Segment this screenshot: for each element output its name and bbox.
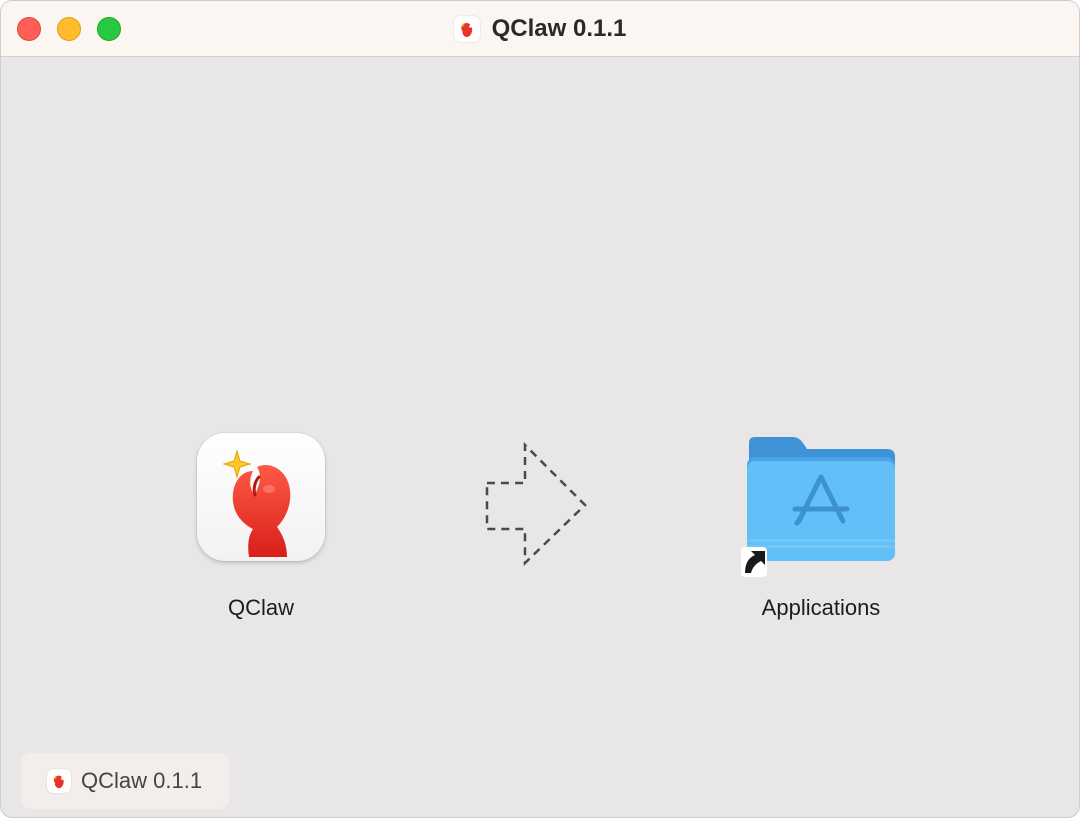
- qclaw-app-icon[interactable]: [197, 433, 325, 561]
- volume-name: QClaw 0.1.1: [81, 768, 203, 793]
- applications-folder-icon: [741, 437, 895, 577]
- title-bar[interactable]: QClaw 0.1.1: [1, 1, 1079, 57]
- installer-window: QClaw 0.1.1 QClaw Applications QClaw 0.1…: [0, 0, 1080, 818]
- applications-folder[interactable]: [741, 431, 901, 581]
- qclaw-claw-icon: [47, 769, 71, 793]
- alias-arrow-icon: [741, 547, 767, 577]
- app-label: QClaw: [227, 595, 294, 620]
- window-title-group: QClaw 0.1.1: [1, 1, 1079, 57]
- folder-label: Applications: [761, 595, 881, 620]
- qclaw-claw-icon: [222, 449, 291, 557]
- qclaw-claw-icon: [453, 16, 480, 42]
- window-title: QClaw 0.1.1: [491, 15, 627, 42]
- dashed-right-arrow-icon: [485, 441, 587, 566]
- volume-path-chip[interactable]: QClaw 0.1.1: [21, 753, 229, 809]
